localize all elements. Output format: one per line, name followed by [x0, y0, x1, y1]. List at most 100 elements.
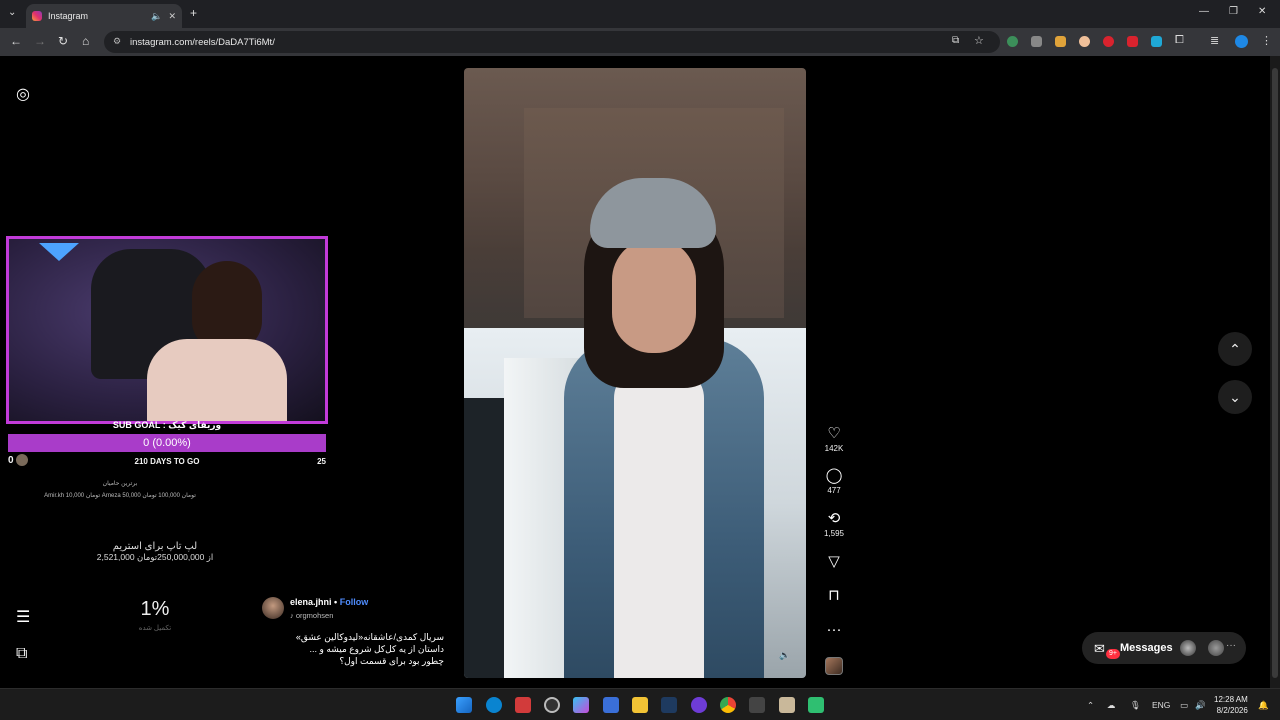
like-button[interactable]: ♡ 142K: [818, 426, 850, 454]
sub-goal-target: 25: [317, 457, 326, 466]
extension-5-icon[interactable]: [1103, 36, 1114, 47]
audio-icon: ♪: [290, 611, 294, 620]
bookmark-star-icon[interactable]: ☆: [974, 34, 984, 47]
message-avatar-2: [1208, 640, 1224, 656]
author-separator: •: [334, 597, 338, 607]
author-avatar[interactable]: [262, 597, 284, 619]
url-text: instagram.com/reels/DaDA7Ti6Mt/: [130, 36, 275, 48]
clock[interactable]: 12:28 AM 8/2/2026: [1214, 694, 1248, 716]
extension-2-icon[interactable]: [1031, 36, 1042, 47]
copilot-icon[interactable]: [573, 697, 589, 713]
instagram-logo-icon[interactable]: ◎: [16, 84, 30, 104]
sub-goal-bar: 0 (0.00%): [8, 434, 326, 452]
extension-4-icon[interactable]: [1079, 36, 1090, 47]
browser-menu-icon[interactable]: ⋮: [1261, 34, 1272, 47]
page-scrollbar[interactable]: [1270, 56, 1280, 688]
browser-tab[interactable]: Instagram 🔈 ✕: [26, 4, 182, 28]
messages-button[interactable]: ✉ 9+ Messages ···: [1082, 632, 1246, 664]
caption-line-1: سریال کمدی/عاشقانه«لیدوکالین عشق»: [295, 632, 444, 642]
donation-goal-progress: 2,521,000 از 250,000,000تومان: [96, 552, 214, 562]
top-donors-list: Amir.kh 10,000 تومان Arneza 50,000 تومان…: [44, 493, 196, 499]
sub-goal-title: SUB GOAL : وریفای کیک: [112, 420, 222, 430]
taskbar-app-purple-icon[interactable]: [691, 697, 707, 713]
extension-3-icon[interactable]: [1055, 36, 1066, 47]
speaker-icon[interactable]: 🔈: [151, 11, 162, 22]
also-from-meta-icon[interactable]: ⧉: [16, 645, 27, 663]
tab-close-icon[interactable]: ✕: [168, 11, 176, 22]
extension-1-icon[interactable]: [1007, 36, 1018, 47]
language-indicator[interactable]: ENG: [1152, 700, 1170, 710]
network-icon[interactable]: ▭: [1180, 700, 1188, 711]
chevron-down-icon: ⌄: [1229, 389, 1241, 405]
comment-button[interactable]: ◯ 477: [818, 467, 850, 496]
next-reel-button[interactable]: ⌄: [1218, 380, 1252, 414]
repost-button[interactable]: ⟲ 1,595: [818, 511, 850, 539]
start-windows-icon[interactable]: [456, 697, 472, 713]
taskbar-app-blue-icon[interactable]: [603, 697, 619, 713]
file-explorer-icon[interactable]: [632, 697, 648, 713]
days-to-go: 210 DAYS TO GO: [134, 457, 200, 466]
microphone-icon[interactable]: 🎙: [1130, 700, 1141, 711]
messages-badge: 9+: [1106, 649, 1120, 659]
caption-line-2: داستان از یه کل‌کل شروع میشه و ...: [309, 644, 444, 654]
minimize-icon[interactable]: —: [1199, 6, 1209, 17]
donation-goal: لپ تاپ برای استریم 2,521,000 از 250,000,…: [95, 541, 215, 563]
sub-goal-widget: SUB GOAL : وریفای کیک 0 (0.00%) 0 210 DA…: [8, 420, 326, 468]
reading-list-icon[interactable]: ≣: [1210, 34, 1219, 47]
volume-tray-icon[interactable]: 🔊: [1195, 700, 1206, 711]
extensions-puzzle-icon[interactable]: ⧠: [1175, 34, 1184, 47]
restore-icon[interactable]: ❐: [1229, 6, 1238, 17]
taskbar-app-red-icon[interactable]: [515, 697, 531, 713]
extension-7-icon[interactable]: [1151, 36, 1162, 47]
taskbar-app-tan-icon[interactable]: [779, 697, 795, 713]
comment-icon: ◯: [825, 467, 843, 484]
previous-reel-button[interactable]: ⌃: [1218, 332, 1252, 366]
install-app-icon[interactable]: ⧉: [952, 35, 959, 46]
audio-label: orgmohsen: [295, 611, 334, 620]
more-menu-icon[interactable]: ☰: [16, 607, 30, 627]
streamer-webcam: [6, 236, 328, 424]
profile-avatar-icon[interactable]: [1235, 35, 1248, 48]
send-icon: ▽: [828, 553, 840, 570]
site-info-icon[interactable]: ⚙: [113, 36, 121, 47]
share-button[interactable]: ▽: [818, 554, 850, 570]
author-username[interactable]: elena.jhni: [290, 597, 332, 607]
audio-thumbnail[interactable]: [825, 657, 843, 675]
caption-line-3: چطور بود برای قسمت اول؟: [339, 656, 444, 666]
reload-icon[interactable]: ↻: [58, 34, 68, 48]
caption-text[interactable]: سریال کمدی/عاشقانه«لیدوکالین عشق» داستان…: [262, 631, 444, 667]
volume-icon[interactable]: 🔈: [778, 650, 792, 664]
messages-more-icon: ···: [1226, 640, 1236, 651]
message-avatar-1: [1180, 640, 1196, 656]
steam-icon[interactable]: [661, 697, 677, 713]
taskbar-app-ring-icon[interactable]: [544, 697, 560, 713]
tray-overflow-icon[interactable]: ⌃: [1087, 700, 1094, 711]
reel-video[interactable]: [464, 68, 806, 678]
notifications-icon[interactable]: 🔔: [1258, 700, 1269, 711]
scrollbar-thumb[interactable]: [1272, 68, 1278, 678]
save-button[interactable]: ⊓: [818, 588, 850, 604]
edge-icon[interactable]: [486, 697, 502, 713]
audio-line[interactable]: ♪ orgmohsen: [290, 611, 333, 620]
windows-taskbar: ⌃ ☁ 🎙 ENG ▭ 🔊 12:28 AM 8/2/2026 🔔: [0, 688, 1280, 720]
messages-label: Messages: [1120, 642, 1173, 654]
more-dots-icon: ···: [826, 621, 842, 638]
author-line: elena.jhni • Follow: [290, 597, 368, 607]
new-tab-icon[interactable]: +: [190, 6, 197, 20]
window-close-icon[interactable]: ✕: [1258, 6, 1266, 17]
clock-time: 12:28 AM: [1214, 695, 1248, 704]
address-bar[interactable]: ⚙ instagram.com/reels/DaDA7Ti6Mt/ ⧉ ☆: [104, 31, 1000, 53]
chrome-icon[interactable]: [720, 697, 736, 713]
repost-count: 1,595: [823, 529, 845, 538]
taskbar-app-gray-icon[interactable]: [749, 697, 765, 713]
home-icon[interactable]: ⌂: [82, 34, 89, 48]
taskbar-app-green-icon[interactable]: [808, 697, 824, 713]
extension-6-icon[interactable]: [1127, 36, 1138, 47]
more-options-button[interactable]: ···: [818, 622, 850, 638]
back-icon[interactable]: ←: [10, 34, 22, 48]
forward-icon[interactable]: →: [34, 34, 46, 48]
tray-app-icon[interactable]: ☁: [1107, 700, 1116, 711]
tab-search-icon[interactable]: ⌄: [8, 7, 16, 18]
follow-button[interactable]: Follow: [340, 597, 369, 607]
tab-title: Instagram: [48, 11, 89, 21]
